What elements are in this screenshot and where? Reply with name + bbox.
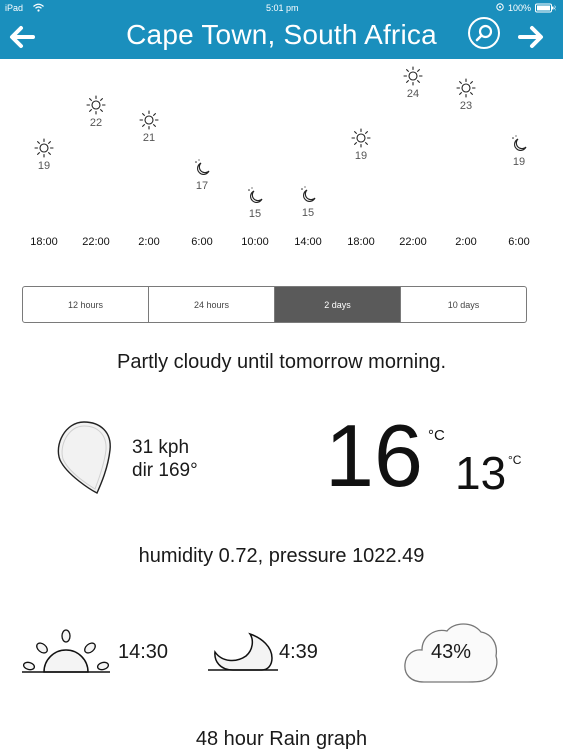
sun-icon — [86, 95, 106, 115]
wifi-icon — [33, 3, 44, 14]
forecast-time-label: 18:00 — [30, 236, 58, 248]
forecast-time-label: 22:00 — [399, 236, 427, 248]
wind-speed: 31 kph — [132, 437, 190, 458]
forecast-point-5: 15 — [225, 186, 285, 220]
forecast-point-6: 15 — [278, 185, 338, 219]
battery-label: 100% — [508, 3, 532, 13]
moon-icon — [512, 135, 527, 151]
forecast-time-label: 18:00 — [347, 236, 375, 248]
forecast-temp: 24 — [406, 88, 420, 100]
forecast-time-label: 6:00 — [508, 236, 530, 248]
forecast-temp: 19 — [512, 156, 526, 168]
status-time: 5:01 pm — [266, 3, 299, 13]
range-10-days[interactable]: 10 days — [401, 287, 526, 322]
nav-bar: Cape Town, South Africa — [0, 16, 563, 59]
range-2-days[interactable]: 2 days — [275, 287, 401, 322]
wind-direction-icon — [55, 420, 113, 501]
wind-direction: dir 169° — [132, 460, 198, 481]
moon-icon — [301, 186, 316, 202]
forecast-time-label: 2:00 — [138, 236, 160, 248]
forecast-time-label: 2:00 — [455, 236, 477, 248]
search-icon — [468, 17, 500, 49]
forecast-point-7: 19 — [331, 128, 391, 162]
weather-summary: Partly cloudy until tomorrow morning. — [116, 351, 446, 373]
range-selector: 12 hours 24 hours 2 days 10 days — [22, 286, 527, 323]
sun-icon — [403, 66, 423, 86]
forecast-point-9: 23 — [436, 78, 496, 112]
range-24-hours[interactable]: 24 hours — [149, 287, 275, 322]
search-button[interactable] — [467, 16, 501, 55]
battery-icon — [535, 3, 557, 15]
sunrise-time: 14:30 — [118, 641, 169, 663]
forecast-time-label: 22:00 — [82, 236, 110, 248]
low-temperature: 13 — [455, 447, 507, 499]
forecast-temp: 21 — [142, 132, 156, 144]
forecast-point-10: 19 — [489, 134, 549, 168]
forecast-temp: 17 — [195, 180, 209, 192]
forecast-temp: 15 — [248, 208, 262, 220]
forecast-temp: 19 — [37, 160, 51, 172]
forecast-temp: 19 — [354, 150, 368, 162]
moonrise-time: 4:39 — [279, 641, 318, 663]
forecast-point-3: 21 — [119, 110, 179, 144]
sunrise-icon — [20, 626, 112, 681]
current-temperature: 16 — [325, 406, 423, 505]
arrow-right-icon — [518, 26, 543, 48]
sun-icon — [34, 138, 54, 158]
forecast-time-label: 10:00 — [241, 236, 269, 248]
forecast-temp: 22 — [89, 117, 103, 129]
sun-icon — [139, 110, 159, 130]
low-temperature-unit: °C — [508, 453, 522, 467]
sun-icon — [351, 128, 371, 148]
status-bar: iPad 5:01 pm 100% — [0, 0, 563, 16]
forecast-temp: 23 — [459, 100, 473, 112]
forecast-temp: 15 — [301, 207, 315, 219]
forecast-time-label: 6:00 — [191, 236, 213, 248]
forecast-point-4: 17 — [172, 158, 232, 192]
range-12-hours[interactable]: 12 hours — [23, 287, 149, 322]
rain-graph-title: 48 hour Rain graph — [195, 728, 368, 750]
forecast-point-2: 22 — [66, 95, 126, 129]
moonrise-icon — [206, 632, 280, 679]
device-label: iPad — [5, 3, 24, 13]
moon-icon — [195, 159, 210, 175]
forecast-time-label: 14:00 — [294, 236, 322, 248]
moon-icon — [248, 187, 263, 203]
forecast-point-1: 19 — [14, 138, 74, 172]
alarm-icon — [496, 3, 504, 13]
cloud-cover: 43% — [430, 641, 472, 663]
wind-info: 31 kph dir 169° — [132, 436, 198, 482]
current-temperature-unit: °C — [428, 427, 445, 444]
forecast-point-8: 24 — [383, 66, 443, 100]
sun-icon — [456, 78, 476, 98]
humidity-pressure: humidity 0.72, pressure 1022.49 — [138, 545, 425, 567]
forward-arrow-button[interactable] — [517, 23, 545, 56]
